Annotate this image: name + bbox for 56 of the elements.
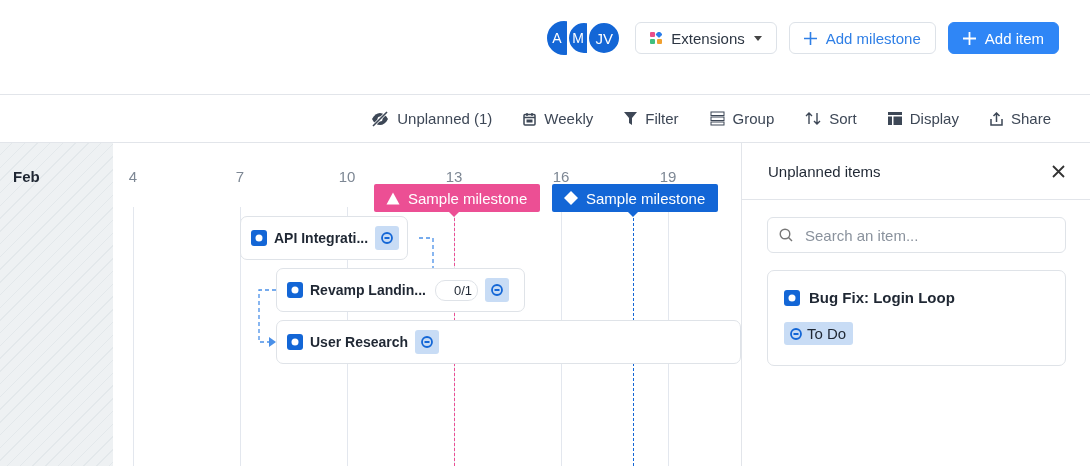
sort-button[interactable]: Sort [805, 110, 857, 127]
day-label: 10 [337, 168, 357, 185]
status-icon[interactable] [415, 330, 440, 354]
task-icon [287, 282, 303, 298]
status-icon [790, 327, 802, 340]
dependency-arrow [258, 289, 277, 347]
item-title: User Research [310, 334, 409, 350]
timeline-item[interactable]: Revamp Landin... 0/1 [276, 268, 525, 312]
unplanned-button[interactable]: Unplanned (1) [371, 110, 493, 127]
task-icon [784, 289, 800, 306]
unplanned-item-card[interactable]: Bug Fix: Login Loop To Do [767, 270, 1066, 366]
layout-icon [887, 112, 902, 125]
day-label: 19 [658, 168, 678, 185]
day-label: 7 [234, 168, 246, 185]
share-button[interactable]: Share [989, 110, 1051, 127]
display-button[interactable]: Display [887, 110, 959, 127]
search-field[interactable]: Search an item... [767, 217, 1066, 253]
user-avatar[interactable]: M [567, 21, 588, 55]
caret-icon [753, 35, 762, 41]
timeline-item[interactable]: API Integrati... [240, 216, 409, 260]
day-label: 4 [127, 168, 139, 185]
share-icon [989, 111, 1003, 126]
subtask-count: 0/1 [434, 279, 478, 301]
month-label: Feb [13, 168, 40, 185]
user-avatar[interactable]: A [547, 21, 568, 55]
task-icon [287, 334, 303, 350]
status-icon[interactable] [375, 226, 400, 250]
status-icon[interactable] [485, 278, 509, 302]
eye-off-icon [371, 110, 390, 127]
status-tag[interactable]: To Do [784, 322, 854, 345]
rows-icon [709, 111, 725, 126]
calendar-icon [523, 111, 537, 126]
timeline-item[interactable]: User Research [276, 320, 741, 364]
add-milestone-button[interactable]: Add milestone [788, 22, 936, 54]
panel-title: Unplanned items [768, 162, 881, 180]
diamond-icon [564, 191, 578, 205]
extensions-button[interactable]: Extensions [635, 22, 777, 54]
search-icon [779, 228, 793, 242]
filter-icon [624, 112, 638, 125]
user-avatar[interactable]: JV [587, 21, 622, 55]
add-item-button[interactable]: Add item [947, 22, 1059, 54]
calendar-button[interactable]: Weekly [523, 110, 594, 127]
grid-icon [650, 32, 663, 44]
triangle-icon [386, 191, 400, 205]
group-button[interactable]: Group [709, 110, 775, 127]
task-icon [251, 230, 267, 246]
plus-icon [803, 31, 817, 45]
close-icon[interactable] [1052, 164, 1065, 178]
filter-button[interactable]: Filter [624, 110, 679, 127]
item-title: API Integrati... [274, 230, 369, 246]
day-label: 16 [551, 168, 571, 185]
plus-icon [962, 31, 976, 45]
item-title: Bug Fix: Login Loop [809, 289, 955, 306]
item-title: Revamp Landin... [310, 282, 426, 298]
day-label: 13 [444, 168, 464, 185]
sort-icon [805, 112, 822, 125]
